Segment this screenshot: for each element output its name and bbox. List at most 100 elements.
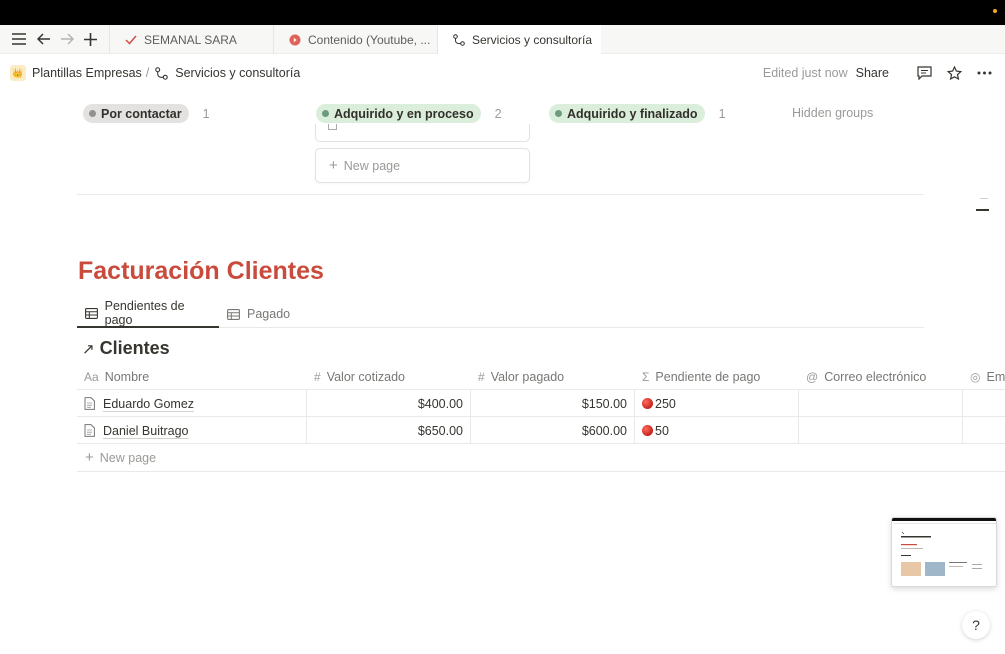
table-icon <box>227 307 241 321</box>
breadcrumb-page[interactable]: Servicios y consultoría <box>175 66 300 80</box>
database-view-tabs: Pendientes de pago Pagado <box>77 299 924 328</box>
database-table: Aa Nombre # Valor cotizado # Valor pagad… <box>77 363 1005 472</box>
status-pill: Adquirido y finalizado <box>549 104 705 123</box>
table-header-row: Aa Nombre # Valor cotizado # Valor pagad… <box>77 363 1005 390</box>
back-arrow-icon[interactable] <box>35 30 53 48</box>
group-count: 2 <box>494 106 502 121</box>
star-icon[interactable] <box>945 64 963 82</box>
cell-em[interactable] <box>963 417 1005 444</box>
breadcrumb-separator: / <box>145 66 150 80</box>
page-doc-icon <box>84 397 96 411</box>
text-property-icon: Aa <box>84 369 99 384</box>
youtube-icon <box>288 33 302 47</box>
group-por-contactar[interactable]: Por contactar 1 <box>83 104 210 123</box>
section-heading: Facturación Clientes <box>78 257 324 285</box>
view-tab-label: Pagado <box>247 307 291 321</box>
table-row[interactable]: Eduardo Gomez $400.00 $150.00 250 <box>77 390 1005 417</box>
pendiente-value: 50 <box>655 423 669 438</box>
more-options-icon[interactable] <box>975 64 993 82</box>
cell-nombre[interactable]: Eduardo Gomez <box>77 390 307 417</box>
status-indicator-dot <box>993 9 997 13</box>
status-dot <box>322 110 329 117</box>
cell-pendiente[interactable]: 50 <box>635 417 799 444</box>
new-tab-plus-icon[interactable] <box>81 30 99 48</box>
row-name: Eduardo Gomez <box>103 396 195 411</box>
email-property-icon: @ <box>806 369 819 384</box>
divider <box>77 194 924 195</box>
column-header-nombre[interactable]: Aa Nombre <box>77 363 307 390</box>
column-header-valor-cotizado[interactable]: # Valor cotizado <box>307 363 471 390</box>
cell-pendiente[interactable]: 250 <box>635 390 799 417</box>
check-icon <box>124 33 138 47</box>
outline-marker <box>980 198 988 199</box>
column-label: Pendiente de pago <box>655 369 761 384</box>
system-status-bar <box>0 0 1005 25</box>
group-count: 1 <box>718 106 726 121</box>
column-header-em[interactable]: ◎ Em <box>963 363 1005 390</box>
tab-bar: SEMANAL SARA Contenido (Youtube, ... Ser… <box>0 25 1005 54</box>
help-button[interactable]: ? <box>962 611 990 639</box>
branch-icon <box>452 33 466 47</box>
cell-valor-pagado[interactable]: $600.00 <box>471 417 635 444</box>
comment-icon[interactable] <box>915 64 933 82</box>
cell-valor-cotizado[interactable]: $650.00 <box>307 417 471 444</box>
group-count: 1 <box>202 106 210 121</box>
page-preview-thumbnail[interactable] <box>891 517 997 587</box>
cell-valor-pagado[interactable]: $150.00 <box>471 390 635 417</box>
group-adquirido-en-proceso[interactable]: Adquirido y en proceso 2 <box>316 104 502 123</box>
branch-icon <box>155 66 169 80</box>
red-circle-icon <box>642 425 653 436</box>
breadcrumb-workspace[interactable]: Plantillas Empresas <box>32 66 142 80</box>
formula-property-icon: Σ <box>642 369 650 384</box>
view-tab-pendientes[interactable]: Pendientes de pago <box>77 299 219 328</box>
column-header-pendiente-de-pago[interactable]: Σ Pendiente de pago <box>635 363 799 390</box>
cell-correo[interactable] <box>799 390 963 417</box>
column-header-correo[interactable]: @ Correo electrónico <box>799 363 963 390</box>
status-dot <box>89 110 96 117</box>
database-title[interactable]: ↗ Clientes <box>82 338 170 359</box>
cell-em[interactable] <box>963 390 1005 417</box>
database-title-text: Clientes <box>99 338 170 358</box>
group-label: Adquirido y finalizado <box>567 106 698 121</box>
board-group-headers: Por contactar 1 Adquirido y en proceso 2… <box>0 104 1005 124</box>
sidebar-menu-icon[interactable] <box>10 30 28 48</box>
tab-contenido-youtube[interactable]: Contenido (Youtube, ... <box>273 25 437 54</box>
group-adquirido-finalizado[interactable]: Adquirido y finalizado 1 <box>549 104 726 123</box>
forward-arrow-icon[interactable] <box>58 30 76 48</box>
cell-nombre[interactable]: Daniel Buitrago <box>77 417 307 444</box>
outline-marker-active[interactable] <box>976 209 989 211</box>
hidden-groups-toggle[interactable]: Hidden groups <box>792 106 873 120</box>
board-card-partial[interactable] <box>315 124 530 142</box>
group-label: Por contactar <box>101 106 182 121</box>
group-label: Adquirido y en proceso <box>334 106 474 121</box>
page-doc-icon <box>84 424 96 438</box>
table-new-page-button[interactable]: + New page <box>77 444 1005 472</box>
column-label: Correo electrónico <box>824 369 927 384</box>
cell-valor-cotizado[interactable]: $400.00 <box>307 390 471 417</box>
page-topbar: 👑 Plantillas Empresas / Servicios y cons… <box>0 55 1005 91</box>
tab-label: SEMANAL SARA <box>144 32 237 47</box>
column-label: Valor pagado <box>490 369 565 384</box>
workspace-icon: 👑 <box>10 65 26 81</box>
red-circle-icon <box>642 398 653 409</box>
status-dot <box>555 110 562 117</box>
view-tab-pagado[interactable]: Pagado <box>219 300 299 328</box>
column-label: Nombre <box>104 369 150 384</box>
tab-label: Servicios y consultoría <box>472 32 593 47</box>
topbar-actions: Edited just now Share <box>763 64 993 82</box>
row-name: Daniel Buitrago <box>103 423 189 438</box>
column-header-valor-pagado[interactable]: # Valor pagado <box>471 363 635 390</box>
pendiente-value: 250 <box>655 396 676 411</box>
tab-servicios-consultoria[interactable]: Servicios y consultoría <box>437 25 601 54</box>
linked-arrow-icon: ↗ <box>82 340 95 358</box>
tab-semanal-sara[interactable]: SEMANAL SARA <box>109 25 273 54</box>
board-new-page-button[interactable]: + New page <box>315 148 530 183</box>
cell-correo[interactable] <box>799 417 963 444</box>
status-property-icon: ◎ <box>970 369 981 384</box>
table-row[interactable]: Daniel Buitrago $650.00 $600.00 50 <box>77 417 1005 444</box>
share-button[interactable]: Share <box>856 66 889 80</box>
status-pill: Por contactar <box>83 104 189 123</box>
column-label: Em <box>986 369 1005 384</box>
table-icon <box>85 306 99 320</box>
view-tab-label: Pendientes de pago <box>104 299 185 327</box>
